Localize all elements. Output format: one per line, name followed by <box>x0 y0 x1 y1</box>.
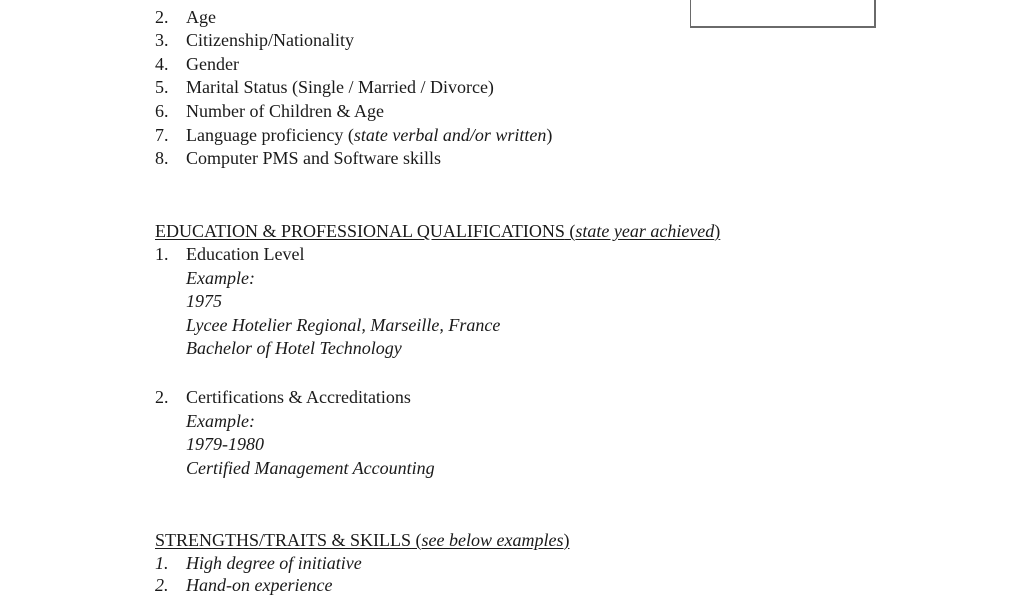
item-children: Number of Children & Age <box>186 100 384 121</box>
personal-details-list: 1. 2. Age 3. Citizenship/Nationality 4. … <box>155 0 552 171</box>
list-item: 8. Computer PMS and Software skills <box>155 147 552 171</box>
item-language: Language proficiency (state verbal and/o… <box>186 124 553 145</box>
list-item: 2. Hand-on experience <box>155 575 333 595</box>
list-item: 5. Marital Status (Single / Married / Di… <box>155 76 552 100</box>
list-item: 2. Age <box>155 6 552 30</box>
education-level-block: 1. Education Level Example: 1975 Lycee H… <box>155 243 500 361</box>
certifications-block: 2. Certifications & Accreditations Examp… <box>155 386 435 480</box>
resume-template-page: 1. 2. Age 3. Citizenship/Nationality 4. … <box>0 0 1024 600</box>
strengths-list: 1. High degree of initiative 2. Hand-on … <box>155 552 362 596</box>
item-computer-skills: Computer PMS and Software skills <box>186 148 441 169</box>
list-item: 4. Gender <box>155 53 552 77</box>
example-line: Certified Management Accounting <box>186 457 435 478</box>
example-line: 1979-1980 <box>186 434 264 455</box>
item-gender: Gender <box>186 53 239 74</box>
item-marital-status: Marital Status (Single / Married / Divor… <box>186 77 494 98</box>
item-age: Age <box>186 6 216 27</box>
example-label: Example: <box>186 410 255 431</box>
list-item: 2. Certifications & Accreditations <box>155 387 411 407</box>
example-label: Example: <box>186 267 255 288</box>
list-item: 6. Number of Children & Age <box>155 100 552 124</box>
photo-placeholder-box <box>690 0 876 28</box>
item-citizenship: Citizenship/Nationality <box>186 30 354 51</box>
list-item: 7. Language proficiency (state verbal an… <box>155 124 552 148</box>
example-line: Bachelor of Hotel Technology <box>186 338 402 359</box>
list-item: 3. Citizenship/Nationality <box>155 29 552 53</box>
list-item: 1. High degree of initiative <box>155 553 362 573</box>
list-item: 1. Education Level <box>155 244 305 264</box>
strengths-section-heading: STRENGTHS/TRAITS & SKILLS (see below exa… <box>155 530 570 550</box>
education-section-heading: EDUCATION & PROFESSIONAL QUALIFICATIONS … <box>155 221 721 241</box>
example-line: 1975 <box>186 291 222 312</box>
example-line: Lycee Hotelier Regional, Marseille, Fran… <box>186 314 501 335</box>
